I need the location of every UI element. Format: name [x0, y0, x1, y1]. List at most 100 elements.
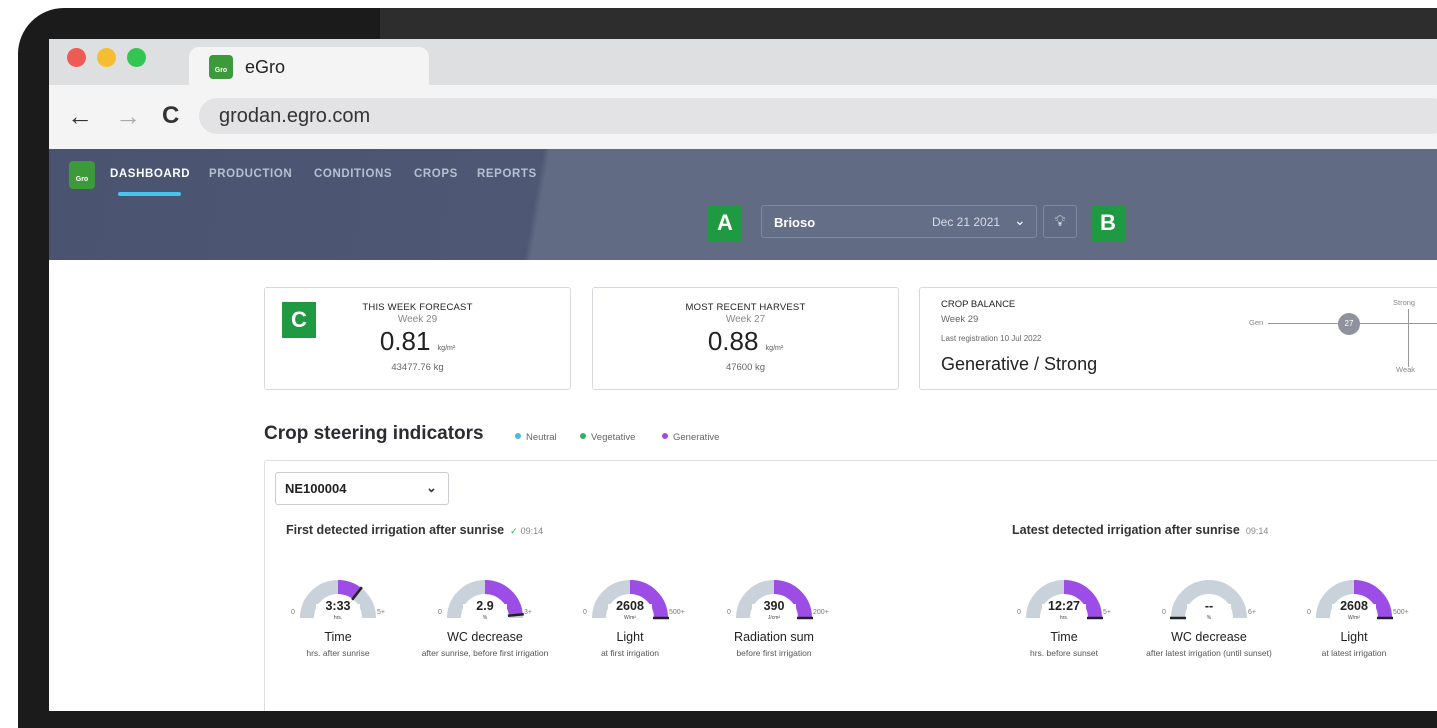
marker-b: B [1091, 205, 1125, 241]
gauge-label: Time [324, 630, 352, 644]
check-icon: ✓ [510, 526, 518, 536]
lightbulb-icon[interactable]: 💡︎ [1043, 205, 1077, 238]
gauge-description: after sunrise, before first irrigation [421, 648, 549, 658]
browser-tabbar: Gro eGro [49, 39, 1437, 87]
balance-week: Week 29 [941, 314, 979, 325]
first-gauge-1: 3:33 hrs. 0 5+ Time hrs. after sunrise [283, 571, 393, 701]
balance-week-badge: 27 [1338, 313, 1360, 335]
gauge-min: 0 [1162, 609, 1166, 616]
url-text: grodan.egro.com [219, 105, 371, 127]
gauge-min: 0 [438, 609, 442, 616]
gauge-description: hrs. after sunrise [306, 648, 370, 658]
gauge-min: 0 [1017, 609, 1021, 616]
app-header: Gro DASHBOARD PRODUCTION CONDITIONS CROP… [49, 149, 1437, 260]
gauge-label: WC decrease [1171, 630, 1247, 644]
axis-strong-label: Strong [1393, 298, 1416, 307]
address-bar[interactable]: grodan.egro.com [199, 98, 1437, 134]
harvest-week: Week 27 [725, 314, 766, 325]
sensor-select[interactable]: NE100004 ⌄ [275, 472, 449, 505]
gauge-label: Radiation sum [734, 630, 814, 644]
vegetative-dot-icon [580, 433, 586, 439]
generative-dot-icon [662, 433, 668, 439]
gauge-max: 6+ [1248, 609, 1256, 616]
balance-status: Generative / Strong [941, 354, 1098, 374]
gauge-min: 0 [291, 609, 295, 616]
gauge-max: 3+ [524, 609, 532, 616]
first-gauge-4: 390 J/cm² 0 200+ Radiation sum before first i… [719, 571, 829, 701]
location-date-select[interactable]: Brioso Dec 21 2021 ⌄ [761, 205, 1037, 238]
first-irrigation-time: 09:14 [520, 526, 544, 536]
gauge-max: 500+ [1393, 609, 1409, 616]
gauge-max: 200+ [813, 609, 829, 616]
forecast-caption: THIS WEEK FORECAST [362, 302, 473, 313]
device-frame: Gro eGro ← → C grodan.egro.com Gro DASHB… [0, 0, 1437, 728]
axis-weak-label: Weak [1396, 365, 1416, 374]
crop-steering-title: Crop steering indicators [264, 423, 484, 444]
harvest-value: 0.88 kg/m² [707, 326, 784, 356]
marker-a: A [708, 205, 742, 241]
chevron-down-icon: ⌄ [426, 480, 437, 495]
forecast-value: 0.81 kg/m² [379, 326, 456, 356]
gauge-label: Light [616, 630, 644, 644]
harvest-card: MOST RECENT HARVEST Week 27 0.88 kg/m² 4… [592, 287, 899, 390]
forecast-total: 43477.76 kg [391, 362, 444, 373]
browser-tab[interactable]: Gro eGro [189, 47, 429, 87]
nav-production[interactable]: PRODUCTION [209, 168, 292, 180]
latest-gauge-2: --% 0 6+ WC decrease after latest irrigation… [1146, 571, 1272, 701]
browser-navbar: ← → C grodan.egro.com [49, 85, 1437, 149]
gauge-max: 5+ [377, 609, 385, 616]
gauge-description: after latest irrigation (until sunset) [1146, 648, 1272, 658]
first-irrigation-title: First detected irrigation after sunrise ✓… [286, 523, 544, 537]
balance-vertical-axis [1408, 309, 1409, 367]
egro-logo-icon[interactable]: Gro [69, 161, 95, 189]
tab-title: eGro [245, 57, 286, 77]
forecast-week: Week 29 [397, 314, 438, 325]
gauge-min: 0 [1307, 609, 1311, 616]
header-band [49, 149, 689, 260]
egro-favicon-icon: Gro [209, 55, 233, 79]
balance-last-registration: Last registration 10 Jul 2022 [941, 334, 1042, 343]
legend-vegetative: Vegetative [580, 432, 635, 443]
gauge-description: hrs. before sunset [1029, 648, 1099, 658]
gauge-max: 5+ [1103, 609, 1111, 616]
first-gauge-3: 2608 W/m² 0 500+ Light at first irrigation [575, 571, 685, 701]
neutral-dot-icon [515, 433, 521, 439]
latest-gauge-3: 2608 W/m² 0 500+ Light at latest irrigation [1299, 571, 1409, 701]
axis-gen-label: Gen [1249, 318, 1264, 327]
gauge-max: 500+ [669, 609, 685, 616]
latest-gauge-1: 12:27 hrs. 0 5+ Time hrs. before sunset [1009, 571, 1119, 701]
crop-balance-card: CROP BALANCE Week 29 Last registration 1… [919, 287, 1437, 390]
location-name: Brioso [774, 215, 816, 230]
nav-crops[interactable]: CROPS [414, 168, 458, 180]
latest-irrigation-time: 09:14 [1245, 526, 1269, 536]
harvest-caption: MOST RECENT HARVEST [685, 302, 806, 313]
gauge-label: WC decrease [447, 630, 523, 644]
reload-icon[interactable]: C [162, 101, 179, 131]
minimize-window-dot[interactable] [97, 48, 116, 67]
forecast-card: C THIS WEEK FORECAST Week 29 0.81 kg/m² … [264, 287, 571, 390]
sensor-value: NE100004 [285, 481, 347, 496]
nav-reports[interactable]: REPORTS [477, 168, 537, 180]
legend-neutral: Neutral [515, 432, 557, 443]
close-window-dot[interactable] [67, 48, 86, 67]
nav-conditions[interactable]: CONDITIONS [314, 168, 392, 180]
gauge-min: 0 [583, 609, 587, 616]
nav-dashboard[interactable]: DASHBOARD [110, 168, 190, 180]
back-arrow-icon[interactable]: ← [67, 101, 93, 131]
gauge-label: Time [1050, 630, 1078, 644]
gauge-description: at first irrigation [600, 648, 660, 658]
first-gauge-2: 2.9% 0 3+ WC decrease after sunrise, before … [422, 571, 548, 701]
legend-generative: Generative [662, 432, 719, 443]
active-nav-indicator [118, 192, 181, 196]
harvest-total: 47600 kg [725, 362, 766, 373]
balance-caption: CROP BALANCE [941, 299, 1016, 310]
gauge-label: Light [1340, 630, 1368, 644]
screen: Gro eGro ← → C grodan.egro.com Gro DASHB… [49, 39, 1437, 711]
gauge-description: at latest irrigation [1321, 648, 1387, 658]
latest-irrigation-title: Latest detected irrigation after sunrise… [1012, 523, 1269, 537]
maximize-window-dot[interactable] [127, 48, 146, 67]
gauge-min: 0 [727, 609, 731, 616]
selected-date: Dec 21 2021 [932, 215, 1001, 229]
forward-arrow-icon[interactable]: → [115, 101, 141, 131]
chevron-down-icon: ⌄ [1014, 212, 1026, 228]
